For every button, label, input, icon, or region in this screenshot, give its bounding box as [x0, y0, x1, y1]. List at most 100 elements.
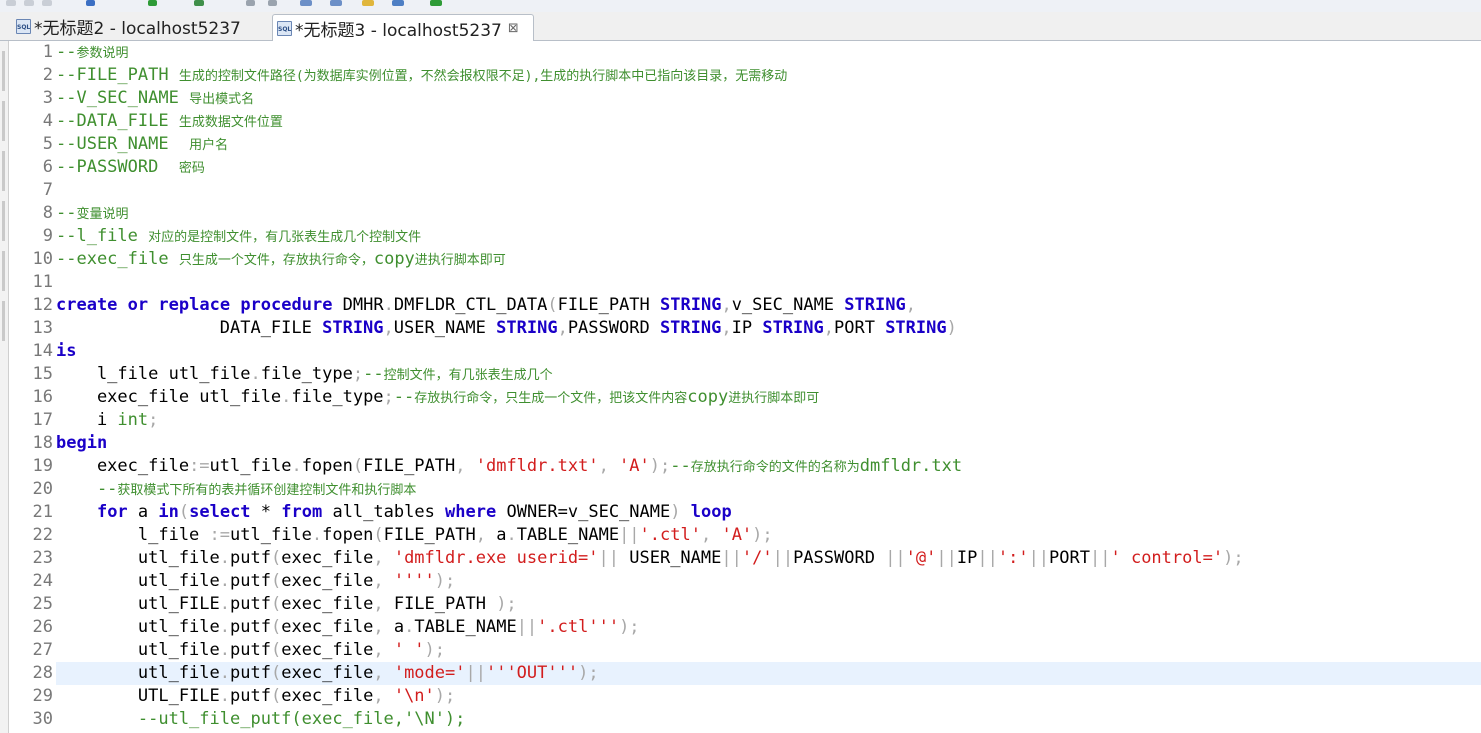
code-token: ,	[721, 318, 732, 338]
tab-untitled-3[interactable]: SQL *无标题3 - localhost5237 ⊠	[272, 14, 534, 41]
code-token: ' '	[393, 640, 425, 660]
toolbar-icon[interactable]	[24, 0, 34, 6]
code-token: PASSWORD	[567, 318, 660, 338]
code-token: ''''	[393, 571, 435, 591]
sql-file-icon: SQL	[16, 19, 31, 34]
toolbar-icon[interactable]	[300, 0, 312, 6]
code-line[interactable]: 24 utl_file.putf(exec_file, '''');	[9, 570, 1481, 593]
code-token: (	[547, 295, 558, 315]
code-line[interactable]: 28 utl_file.putf(exec_file, 'mode='||'''…	[9, 662, 1481, 685]
code-token: ||	[516, 617, 538, 637]
code-line[interactable]: 26 utl_file.putf(exec_file, a.TABLE_NAME…	[9, 616, 1481, 639]
scroll-marker	[2, 151, 5, 191]
code-token: 进执行脚本即可	[728, 391, 820, 406]
code-line[interactable]: 12 create or replace procedure DMHR.DMFLD…	[9, 294, 1481, 317]
code-line[interactable]: 27 utl_file.putf(exec_file, ' ');	[9, 639, 1481, 662]
toolbar-icon[interactable]	[246, 0, 255, 6]
code-text: utl_file.putf(exec_file, '''');	[56, 570, 1481, 593]
toolbar-icon[interactable]	[430, 0, 442, 6]
code-line[interactable]: 16 exec_file utl_file.file_type;--存放执行命令…	[9, 386, 1481, 409]
code-line[interactable]: 7	[9, 179, 1481, 202]
code-line[interactable]: 22 l_file :=utl_file.fopen(FILE_PATH, a.…	[9, 524, 1481, 547]
code-token: .	[219, 594, 231, 614]
close-icon[interactable]: ⊠	[508, 21, 519, 36]
toolbar-icon[interactable]	[362, 0, 374, 6]
code-token: (	[270, 640, 282, 660]
code-token: .	[291, 456, 302, 476]
code-line[interactable]: 14 is	[9, 340, 1481, 363]
code-token: ,	[373, 548, 394, 568]
toolbar-icon[interactable]	[330, 0, 342, 6]
toolbar-icon[interactable]	[42, 0, 52, 6]
toolbar-icon[interactable]	[6, 0, 16, 6]
code-token: exec_file	[281, 548, 374, 568]
sql-code-editor[interactable]: 1 --参数说明 2 --FILE_PATH 生成的控制文件路径(为数据库实例位置，不…	[9, 41, 1481, 733]
code-line[interactable]: 23 utl_file.putf(exec_file, 'dmfldr.exe …	[9, 547, 1481, 570]
code-token: utl_FILE	[56, 594, 220, 614]
code-line[interactable]: 29 UTL_FILE.putf(exec_file, '\n');	[9, 685, 1481, 708]
toolbar-icon[interactable]	[194, 0, 204, 6]
code-line[interactable]: 11	[9, 271, 1481, 294]
code-token: ,	[373, 686, 394, 706]
code-token: in	[158, 502, 179, 522]
code-line[interactable]: 21 for a in(select * from all_tables whe…	[9, 501, 1481, 524]
code-token: all_tables	[322, 502, 446, 522]
code-token: putf	[230, 571, 271, 591]
code-token: ;	[148, 410, 159, 430]
code-token: ||	[977, 548, 998, 568]
code-token: .	[506, 525, 517, 545]
code-token: USER_NAME	[393, 318, 497, 338]
code-line[interactable]: 9 --l_file 对应的是控制文件，有几张表生成几个控制文件	[9, 225, 1481, 248]
code-line[interactable]: 18 begin	[9, 432, 1481, 455]
code-token: l_file utl_file	[56, 364, 251, 384]
code-token: 参数说明	[76, 46, 129, 61]
code-line[interactable]: 3 --V_SEC_NAME 导出模式名	[9, 87, 1481, 110]
toolbar-icon[interactable]	[392, 0, 404, 6]
code-text: UTL_FILE.putf(exec_file, '\n');	[56, 685, 1481, 708]
code-line[interactable]: 17 i int;	[9, 409, 1481, 432]
line-number: 13	[32, 318, 53, 338]
tab-untitled-2[interactable]: SQL *无标题2 - localhost5237	[12, 14, 268, 39]
code-token: (	[270, 617, 282, 637]
code-line[interactable]: 6 --PASSWORD 密码	[9, 156, 1481, 179]
code-token: );	[1223, 548, 1244, 568]
code-line[interactable]: 20 --获取模式下所有的表并循环创建控制文件和执行脚本	[9, 478, 1481, 501]
code-text: i int;	[56, 409, 1481, 432]
code-line[interactable]: 19 exec_file:=utl_file.fopen(FILE_PATH, …	[9, 455, 1481, 478]
code-line[interactable]: 8 --变量说明	[9, 202, 1481, 225]
code-token: STRING	[660, 295, 722, 315]
code-line[interactable]: 5 --USER_NAME 用户名	[9, 133, 1481, 156]
code-line[interactable]: 4 --DATA_FILE 生成数据文件位置	[9, 110, 1481, 133]
code-text: --USER_NAME 用户名	[56, 133, 1481, 156]
code-token: DMFLDR_CTL_DATA	[393, 295, 548, 315]
run-icon[interactable]	[148, 0, 157, 6]
code-line[interactable]: 25 utl_FILE.putf(exec_file, FILE_PATH );	[9, 593, 1481, 616]
code-line[interactable]: 2 --FILE_PATH 生成的控制文件路径(为数据库实例位置，不然会报权限不足…	[9, 64, 1481, 87]
code-line[interactable]: 13 DATA_FILE STRING,USER_NAME STRING,PAS…	[9, 317, 1481, 340]
code-token: ,	[598, 456, 620, 476]
code-token: (	[270, 571, 282, 591]
code-line[interactable]: 15 l_file utl_file.file_type;--控制文件，有几张表…	[9, 363, 1481, 386]
toolbar-icon[interactable]	[268, 0, 277, 6]
code-line[interactable]: 10 --exec_file 只生成一个文件，存放执行命令，copy进执行脚本即可	[9, 248, 1481, 271]
line-number: 18	[32, 433, 53, 453]
code-token: 控制文件，有几张表生成几个	[383, 368, 553, 383]
code-text: create or replace procedure DMHR.DMFLDR_…	[56, 294, 1481, 317]
code-line[interactable]: 30 --utl_file_putf(exec_file,'\N');	[9, 708, 1481, 731]
code-line[interactable]: 1 --参数说明	[9, 41, 1481, 64]
line-number: 6	[42, 157, 53, 177]
code-token: .	[219, 686, 231, 706]
line-number: 14	[32, 341, 53, 361]
code-token: --	[56, 479, 118, 499]
code-token: a	[496, 525, 507, 545]
line-number: 27	[32, 640, 53, 660]
code-token: --	[56, 203, 77, 223]
pause-icon[interactable]	[86, 0, 95, 6]
code-text: exec_file utl_file.file_type;--存放执行命令，只生…	[56, 386, 1481, 409]
line-number: 16	[32, 387, 53, 407]
code-text: --utl_file_putf(exec_file,'\N');	[56, 708, 1481, 731]
code-token: USER_NAME	[619, 548, 722, 568]
